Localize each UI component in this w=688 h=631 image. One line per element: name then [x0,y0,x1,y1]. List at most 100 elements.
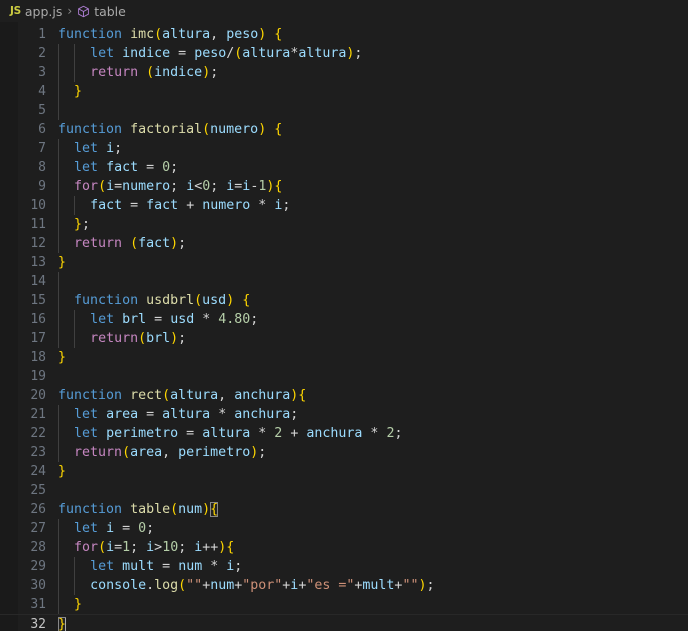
code-line-text: return(brl); [90,331,187,346]
code-line[interactable]: 29 let mult = num * i; [0,557,688,576]
code-line-text: function factorial(numero) { [58,122,283,137]
line-number: 26 [30,502,46,517]
code-line[interactable]: 31 } [0,595,688,614]
code-line[interactable]: 16 let brl = usd * 4.80; [0,310,688,329]
code-line-text: for(i=1; i>10; i++){ [74,540,235,555]
line-number: 20 [30,388,46,403]
line-number: 6 [38,122,46,137]
code-line[interactable]: 22 let perimetro = altura * 2 + anchura … [0,424,688,443]
code-line-text: for(i=numero; i<0; i=i-1){ [74,179,283,194]
code-line[interactable]: 21 let area = altura * anchura; [0,405,688,424]
code-line-text: let area = altura * anchura; [74,407,299,422]
code-line-text: } [58,350,67,365]
code-line-text: } [58,615,67,631]
code-line[interactable]: 10 fact = fact + numero * i; [0,196,688,215]
code-line[interactable]: 3 return (indice); [0,63,688,82]
line-number: 3 [38,65,46,80]
code-line[interactable]: 15 function usdbrl(usd) { [0,291,688,310]
code-line[interactable]: 18} [0,348,688,367]
line-number: 11 [30,217,46,232]
code-line[interactable]: 1 function imc(altura, peso) { [0,25,688,44]
line-number: 17 [30,331,46,346]
code-line[interactable]: 12 return (fact); [0,234,688,253]
code-line[interactable]: 19 [0,367,688,386]
code-line[interactable]: 4 } [0,82,688,101]
code-line-text: function usdbrl(usd) { [74,293,251,308]
code-line-text: function imc(altura, peso) { [58,27,283,42]
code-line[interactable]: 6 function factorial(numero) { [0,120,688,139]
code-line[interactable]: 24} [0,462,688,481]
code-line[interactable]: 27 let i = 0; [0,519,688,538]
line-number: 21 [30,407,46,422]
code-line-text: let indice = peso/(altura*altura); [90,46,363,61]
code-line[interactable]: 23 return(area, perimetro); [0,443,688,462]
code-line[interactable]: 8 let fact = 0; [0,158,688,177]
code-line-text: } [58,255,67,270]
code-line-text: return (fact); [74,236,187,251]
code-line-text: let mult = num * i; [90,559,243,574]
code-line-text: } [74,84,83,99]
code-line-text: } [58,464,67,479]
indent-guides [0,272,688,291]
code-line[interactable]: 9 for(i=numero; i<0; i=i-1){ [0,177,688,196]
line-number: 25 [30,483,46,498]
line-number: 27 [30,521,46,536]
line-number: 28 [30,540,46,555]
line-number: 7 [38,141,46,156]
indent-guide [58,272,59,291]
code-line[interactable]: 26 function table(num){ [0,500,688,519]
code-line-text: } [74,597,83,612]
line-number: 10 [30,198,46,213]
code-line-text: let fact = 0; [74,160,179,175]
breadcrumb-file-label: app.js [24,3,63,19]
indent-guide [58,101,59,120]
breadcrumb-item-symbol[interactable]: table [75,4,128,19]
breadcrumb-symbol-label: table [94,3,126,19]
breadcrumb: JS app.js › table [0,0,688,22]
line-number: 4 [38,84,46,99]
code-line-text: let i = 0; [74,521,155,536]
code-line[interactable]: 5 [0,101,688,120]
code-line[interactable]: 2 let indice = peso/(altura*altura); [0,44,688,63]
text-cursor [65,618,67,631]
breadcrumb-item-file[interactable]: JS app.js [8,4,64,19]
indent-guides [0,101,688,120]
chevron-right-icon: › [67,4,73,18]
code-line[interactable]: 28 for(i=1; i>10; i++){ [0,538,688,557]
line-number: 13 [30,255,46,270]
code-line-text: return (indice); [90,65,219,80]
code-line[interactable]: 11 }; [0,215,688,234]
indent-guides [0,595,688,614]
line-number: 12 [30,236,46,251]
line-number: 1 [38,27,46,42]
code-content[interactable]: 1 function imc(altura, peso) { 2 let indic… [0,22,688,631]
code-line-text: let i; [74,141,123,156]
code-line[interactable]: 20 function rect(altura, anchura){ [0,386,688,405]
line-number: 5 [38,103,46,118]
line-number: 19 [30,369,46,384]
line-number: 2 [38,46,46,61]
code-line[interactable]: 13} [0,253,688,272]
line-number: 18 [30,350,46,365]
line-number: 29 [30,559,46,574]
line-number: 24 [30,464,46,479]
cube-icon [77,5,90,18]
line-number: 14 [30,274,46,289]
code-line-text: console.log(""+num+"por"+i+"es ="+mult+"… [90,578,435,593]
javascript-file-icon: JS [10,5,21,17]
line-number: 22 [30,426,46,441]
line-number: 15 [30,293,46,308]
code-line[interactable]: 32} [0,614,688,631]
line-number: 23 [30,445,46,460]
code-line[interactable]: 14 [0,272,688,291]
code-line[interactable]: 17 return(brl); [0,329,688,348]
code-line-text: let brl = usd * 4.80; [90,312,259,327]
line-number: 8 [38,160,46,175]
code-line[interactable]: 7 let i; [0,139,688,158]
code-line[interactable]: 25 [0,481,688,500]
code-editor[interactable]: 1 function imc(altura, peso) { 2 let indic… [0,22,688,631]
code-line-text: function rect(altura, anchura){ [58,388,307,403]
code-line[interactable]: 30 console.log(""+num+"por"+i+"es ="+mul… [0,576,688,595]
line-number: 9 [38,179,46,194]
code-line-text: function table(num){ [58,502,219,517]
